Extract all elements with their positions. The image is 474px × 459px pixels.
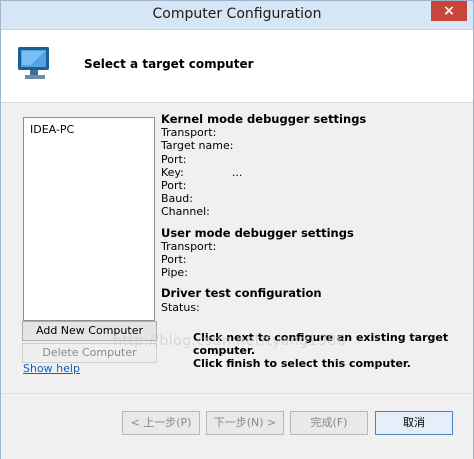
user-settings-heading: User mode debugger settings bbox=[161, 225, 354, 240]
back-button[interactable]: < 上一步(P) bbox=[122, 411, 200, 435]
finish-button[interactable]: 完成(F) bbox=[290, 411, 368, 435]
kernel-transport-label: Transport: bbox=[161, 126, 217, 140]
dialog-header: Select a target computer bbox=[1, 30, 473, 103]
window-title: Computer Configuration bbox=[152, 6, 322, 22]
driver-test-heading: Driver test configuration bbox=[161, 286, 322, 301]
close-icon: × bbox=[443, 3, 455, 19]
kernel-target-name-label: Target name: bbox=[161, 139, 234, 153]
computer-configuration-window: Computer Configuration × Select a target… bbox=[0, 0, 474, 459]
monitor-icon bbox=[18, 47, 49, 79]
close-button[interactable]: × bbox=[431, 1, 467, 21]
show-help-link[interactable]: Show help bbox=[23, 362, 80, 375]
kernel-port-label: Port: bbox=[161, 152, 187, 166]
kernel-baud-label: Baud: bbox=[161, 192, 193, 206]
page-title: Select a target computer bbox=[84, 57, 254, 71]
driver-status-label: Status: bbox=[161, 300, 200, 314]
user-pipe-label: Pipe: bbox=[161, 266, 188, 280]
kernel-channel-label: Channel: bbox=[161, 205, 210, 219]
kernel-port-label-second: Port: bbox=[161, 179, 187, 193]
wizard-footer: < 上一步(P) 下一步(N) > 完成(F) 取消 bbox=[1, 393, 473, 459]
help-line-3: Click finish to select this computer. bbox=[193, 357, 411, 370]
title-bar: Computer Configuration × bbox=[1, 1, 473, 30]
watermark-text: http://blog.csdn.net/tyang1986 bbox=[113, 333, 347, 349]
next-button[interactable]: 下一步(N) > bbox=[206, 411, 284, 435]
user-transport-label: Transport: bbox=[161, 239, 217, 253]
kernel-key-value: ... bbox=[231, 165, 243, 179]
computer-list[interactable]: IDEA-PC bbox=[23, 117, 155, 321]
user-port-label: Port: bbox=[161, 253, 187, 267]
kernel-key-label: Key: bbox=[161, 165, 184, 179]
kernel-key-row: Key:... bbox=[161, 166, 366, 179]
computer-list-item[interactable]: IDEA-PC bbox=[30, 123, 74, 136]
debugger-settings: Kernel mode debugger settings Transport:… bbox=[161, 112, 367, 314]
cancel-button[interactable]: 取消 bbox=[375, 411, 453, 435]
kernel-settings-heading: Kernel mode debugger settings bbox=[161, 112, 367, 126]
configuration-content: IDEA-PC Add New Computer Delete Computer… bbox=[1, 103, 473, 393]
